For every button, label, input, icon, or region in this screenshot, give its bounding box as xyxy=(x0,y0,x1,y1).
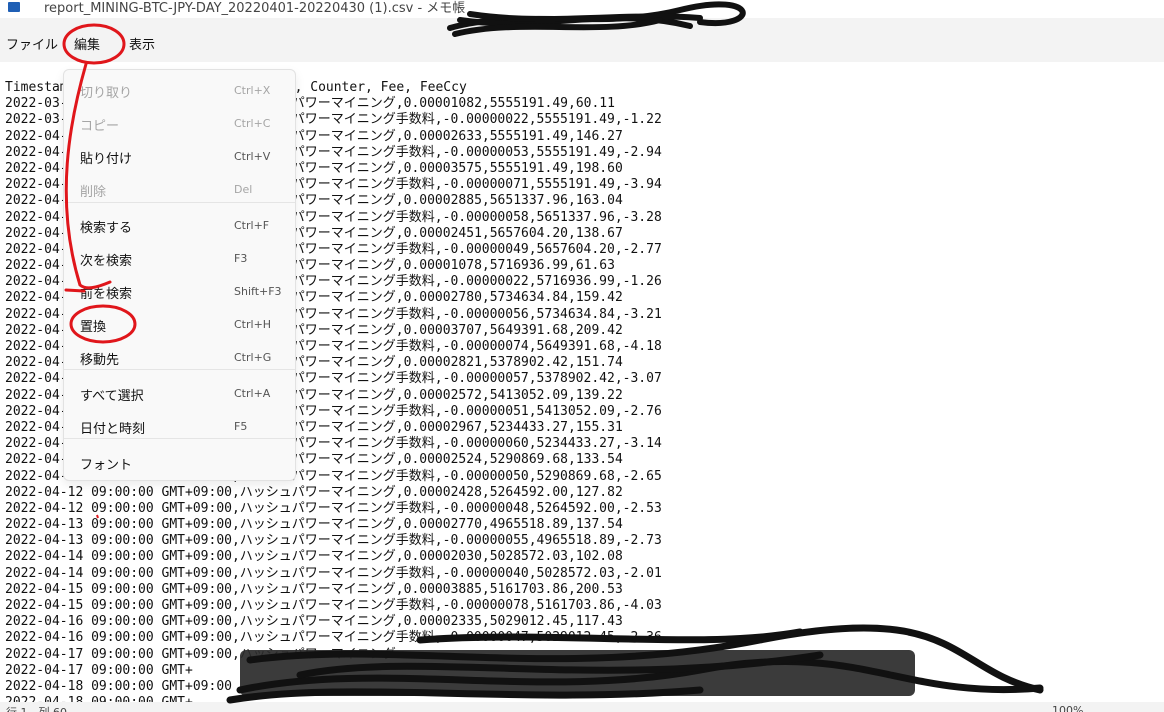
menu-item-shortcut: Ctrl+A xyxy=(234,387,271,400)
menu-item-11[interactable]: フォント xyxy=(64,448,295,476)
text-line: 2022-04-17 09:00:00 GMT+ xyxy=(5,662,193,678)
menu-item-label: 次を検索 xyxy=(80,254,133,269)
menu-item-10[interactable]: 日付と時刻 F5 xyxy=(64,412,295,440)
title-bar: report_MINING-BTC-JPY-DAY_20220401-20220… xyxy=(0,0,1164,18)
menu-item-label: 置換 xyxy=(80,320,107,335)
menu-item-label: コピー xyxy=(80,119,120,134)
menu-item-label: 削除 xyxy=(80,185,107,200)
menu-item-5[interactable]: 次を検索 F3 xyxy=(64,244,295,272)
menu-item-label: フォント xyxy=(80,458,133,473)
menu-item-6[interactable]: 前を検索 Shift+F3 xyxy=(64,277,295,305)
menu-item-shortcut: F3 xyxy=(234,252,248,265)
menu-edit[interactable]: 編集 xyxy=(74,34,100,53)
menu-file[interactable]: ファイル xyxy=(6,34,58,53)
menu-item-shortcut: Ctrl+C xyxy=(234,117,271,130)
text-line: 2022-04-18 09:00:00 GMT+09:00 xyxy=(5,678,232,694)
zoom-level: 100% xyxy=(1052,704,1084,712)
menu-item-2[interactable]: 貼り付け Ctrl+V xyxy=(64,142,295,170)
menu-item-shortcut: Ctrl+F xyxy=(234,219,270,232)
text-line: 2022-04-13 09:00:00 GMT+09:00,ハッシュパワーマイニ… xyxy=(5,533,662,549)
menu-item-9[interactable]: すべて選択 Ctrl+A xyxy=(64,379,295,407)
menu-separator xyxy=(64,369,295,370)
menu-item-label: 貼り付け xyxy=(80,152,133,167)
text-line: 2022-04-12 09:00:00 GMT+09:00,ハッシュパワーマイニ… xyxy=(5,500,662,516)
menu-separator xyxy=(64,438,295,439)
menu-bar: ファイル 編集 表示 xyxy=(0,18,1164,62)
menu-item-label: 切り取り xyxy=(80,86,133,101)
menu-item-label: 移動先 xyxy=(80,353,120,368)
menu-item-label: すべて選択 xyxy=(80,389,144,404)
menu-item-shortcut: Del xyxy=(234,183,253,196)
text-line: 2022-04-17 09:00:00 GMT+09:00,ハッシュパワーマイニ… xyxy=(5,646,396,662)
text-line: 2022-04-16 09:00:00 GMT+09:00,ハッシュパワーマイニ… xyxy=(5,614,623,630)
menu-item-shortcut: Ctrl+X xyxy=(234,84,271,97)
menu-item-shortcut: Ctrl+V xyxy=(234,150,271,163)
menu-item-shortcut: Ctrl+G xyxy=(234,351,272,364)
menu-view[interactable]: 表示 xyxy=(129,34,155,53)
text-line: 2022-04-16 09:00:00 GMT+09:00,ハッシュパワーマイニ… xyxy=(5,630,662,646)
window-title: report_MINING-BTC-JPY-DAY_20220401-20220… xyxy=(44,1,466,16)
menu-item-label: 前を検索 xyxy=(80,287,133,302)
text-line: 2022-04-14 09:00:00 GMT+09:00,ハッシュパワーマイニ… xyxy=(5,565,662,581)
menu-item-1[interactable]: コピー Ctrl+C xyxy=(64,109,295,137)
text-line: 2022-04-13 09:00:00 GMT+09:00,ハッシュパワーマイニ… xyxy=(5,517,623,533)
text-line: 2022-04-12 09:00:00 GMT+09:00,ハッシュパワーマイニ… xyxy=(5,484,623,500)
notepad-icon xyxy=(8,2,20,12)
menu-item-shortcut: Ctrl+H xyxy=(234,318,272,331)
menu-item-shortcut: Shift+F3 xyxy=(234,285,282,298)
menu-item-4[interactable]: 検索する Ctrl+F xyxy=(64,211,295,239)
cursor-position: 行 1、列 60 xyxy=(6,704,67,712)
menu-item-8[interactable]: 移動先 Ctrl+G xyxy=(64,343,295,371)
menu-item-label: 日付と時刻 xyxy=(80,422,146,437)
menu-item-7[interactable]: 置換 Ctrl+H xyxy=(64,310,295,338)
edit-menu-dropdown: 切り取り Ctrl+X コピー Ctrl+C 貼り付け Ctrl+V 削除 Del 検索する Ct… xyxy=(63,69,296,481)
text-line: 2022-04-15 09:00:00 GMT+09:00,ハッシュパワーマイニ… xyxy=(5,581,623,597)
menu-separator xyxy=(64,202,295,203)
text-line: 2022-04-14 09:00:00 GMT+09:00,ハッシュパワーマイニ… xyxy=(5,549,623,565)
menu-item-shortcut: F5 xyxy=(234,420,248,433)
status-bar: 行 1、列 60 100% xyxy=(0,702,1164,712)
text-line: 2022-04-15 09:00:00 GMT+09:00,ハッシュパワーマイニ… xyxy=(5,598,662,613)
text-line: 2022-04-18 09:00:00 GMT+ xyxy=(5,695,662,702)
menu-item-0[interactable]: 切り取り Ctrl+X xyxy=(64,76,295,104)
menu-item-3[interactable]: 削除 Del xyxy=(64,175,295,203)
menu-item-label: 検索する xyxy=(80,221,133,236)
